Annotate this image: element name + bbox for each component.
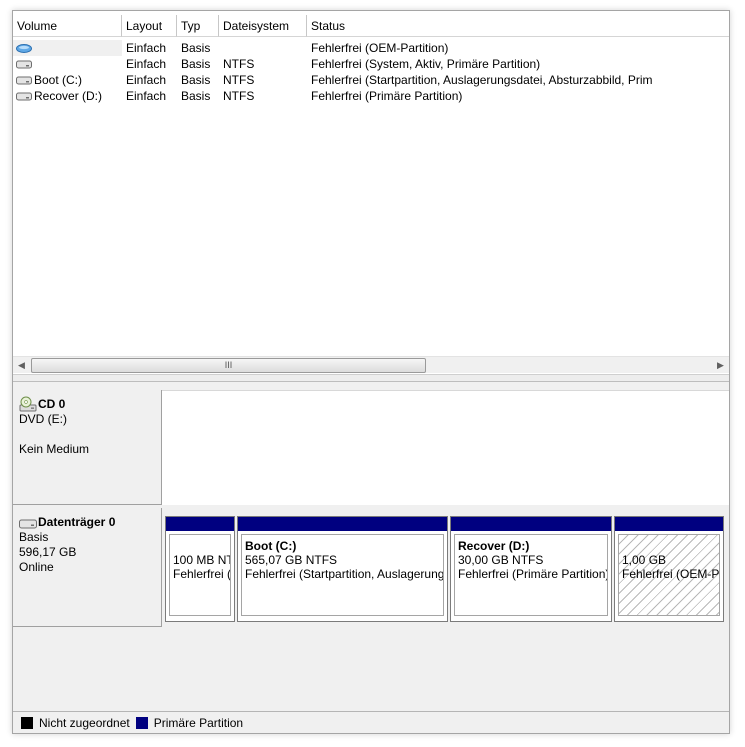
- partition-oem[interactable]: 1,00 GB Fehlerfrei (OEM-Partition): [614, 516, 724, 622]
- partition-size: 100 MB NTFS: [173, 553, 230, 567]
- disk-icon: [16, 76, 32, 85]
- scroll-left-arrow-icon[interactable]: ◀: [13, 357, 30, 374]
- column-header-type[interactable]: Typ: [177, 15, 219, 37]
- hard-disk-type: Basis: [19, 530, 49, 544]
- partition-size: 30,00 GB NTFS: [458, 553, 544, 567]
- disk-graphical-view: CD 0 DVD (E:) Kein Medium Datenträger 0 …: [13, 382, 729, 712]
- legend-swatch-primary: [135, 716, 148, 729]
- hard-disk-icon: [19, 518, 37, 528]
- volume-filesystem: NTFS: [223, 73, 255, 87]
- column-header-status[interactable]: Status: [307, 15, 729, 37]
- partition-boot[interactable]: Boot (C:) 565,07 GB NTFS Fehlerfrei (Sta…: [237, 516, 448, 622]
- partition-bar: [451, 517, 611, 531]
- cd-disk-row: CD 0 DVD (E:) Kein Medium: [13, 390, 729, 505]
- disk-icon: [16, 60, 32, 69]
- disk-icon: [16, 92, 32, 101]
- legend-label-primary: Primäre Partition: [153, 715, 244, 730]
- scrollbar-grip: III: [224, 360, 233, 370]
- partition-name: Recover (D:): [458, 539, 530, 553]
- volume-layout: Einfach: [126, 41, 167, 55]
- column-header-volume[interactable]: Volume: [13, 15, 122, 37]
- volume-type: Basis: [181, 73, 211, 87]
- partition-recover[interactable]: Recover (D:) 30,00 GB NTFS Fehlerfrei (P…: [450, 516, 612, 622]
- column-header-filesystem[interactable]: Dateisystem: [219, 15, 307, 37]
- legend-swatch-unallocated: [21, 716, 33, 729]
- volume-status: Fehlerfrei (System, Aktiv, Primäre Parti…: [311, 57, 541, 71]
- cd-drive-letter: DVD (E:): [19, 412, 67, 426]
- volume-filesystem: NTFS: [223, 57, 255, 71]
- volume-list-header: Volume Layout Typ Dateisystem Status: [13, 15, 729, 38]
- disk-management-window: Volume Layout Typ Dateisystem Status Ein…: [12, 10, 730, 734]
- cd-drive-icon: [19, 396, 37, 412]
- partition-bar: [238, 517, 447, 531]
- volume-status: Fehlerfrei (Startpartition, Auslagerungs…: [311, 73, 653, 87]
- volume-list: Volume Layout Typ Dateisystem Status Ein…: [13, 11, 729, 359]
- partition-size: 1,00 GB: [622, 553, 667, 567]
- hard-disk-title: Datenträger 0: [38, 515, 116, 529]
- legend-bar: Nicht zugeordnet Primäre Partition: [13, 711, 729, 733]
- legend-primary: Primäre Partition: [135, 715, 244, 730]
- volume-rows: Einfach Basis Fehlerfrei (OEM-Partition)…: [13, 40, 729, 104]
- hard-disk-row: Datenträger 0 Basis 596,17 GB Online 100…: [13, 508, 729, 627]
- partition-bar: [166, 517, 234, 531]
- volume-filesystem: NTFS: [223, 89, 255, 103]
- volume-type: Basis: [181, 41, 211, 55]
- volume-name: Boot (C:): [34, 73, 83, 87]
- volume-status: Fehlerfrei (OEM-Partition): [311, 41, 449, 55]
- volume-layout: Einfach: [126, 73, 167, 87]
- pane-splitter[interactable]: [13, 374, 729, 382]
- volume-name: Recover (D:): [34, 89, 103, 103]
- partition-system[interactable]: 100 MB NTFS Fehlerfrei (System, Aktiv, P…: [165, 516, 235, 622]
- volume-type: Basis: [181, 57, 211, 71]
- scrollbar-track[interactable]: III: [30, 357, 712, 374]
- volume-filesystem: [219, 40, 307, 56]
- partition-status: Fehlerfrei (Primäre Partition): [458, 567, 608, 581]
- legend-label-unallocated: Nicht zugeordnet: [39, 715, 130, 730]
- cd-disk-label[interactable]: CD 0 DVD (E:) Kein Medium: [13, 390, 162, 505]
- hard-disk-label[interactable]: Datenträger 0 Basis 596,17 GB Online: [13, 508, 162, 627]
- partition-status: Fehlerfrei (System, Aktiv, Primäre Parti…: [173, 567, 231, 581]
- scroll-right-arrow-icon[interactable]: ▶: [712, 357, 729, 374]
- partition-status: Fehlerfrei (Startpartition, Auslagerungs…: [245, 567, 444, 581]
- legend-unallocated: Nicht zugeordnet: [21, 716, 130, 730]
- hard-disk-partitions: 100 MB NTFS Fehlerfrei (System, Aktiv, P…: [162, 508, 729, 627]
- cd-disk-area[interactable]: [162, 390, 729, 505]
- volume-row[interactable]: Einfach Basis Fehlerfrei (OEM-Partition): [13, 40, 729, 56]
- partition-bar: [615, 517, 723, 531]
- partition-name: Boot (C:): [245, 539, 297, 553]
- partition-status: Fehlerfrei (OEM-Partition): [622, 567, 720, 581]
- cd-disk-title: CD 0: [38, 396, 66, 411]
- disk-blue-icon: [16, 43, 32, 53]
- volume-row[interactable]: Boot (C:) Einfach Basis NTFS Fehlerfrei …: [13, 72, 729, 88]
- hard-disk-size: 596,17 GB: [19, 545, 77, 559]
- volume-layout: Einfach: [126, 57, 167, 71]
- volume-row[interactable]: Einfach Basis NTFS Fehlerfrei (System, A…: [13, 56, 729, 72]
- volume-layout: Einfach: [126, 89, 167, 103]
- volume-type: Basis: [181, 89, 211, 103]
- hard-disk-state: Online: [19, 560, 54, 574]
- scrollbar-thumb[interactable]: III: [31, 357, 426, 373]
- volume-row[interactable]: Recover (D:) Einfach Basis NTFS Fehlerfr…: [13, 88, 729, 104]
- horizontal-scrollbar[interactable]: ◀ III ▶: [13, 356, 729, 373]
- column-header-layout[interactable]: Layout: [122, 15, 177, 37]
- partition-size: 565,07 GB NTFS: [245, 553, 338, 567]
- cd-media-status: Kein Medium: [19, 442, 90, 456]
- volume-status: Fehlerfrei (Primäre Partition): [311, 89, 463, 103]
